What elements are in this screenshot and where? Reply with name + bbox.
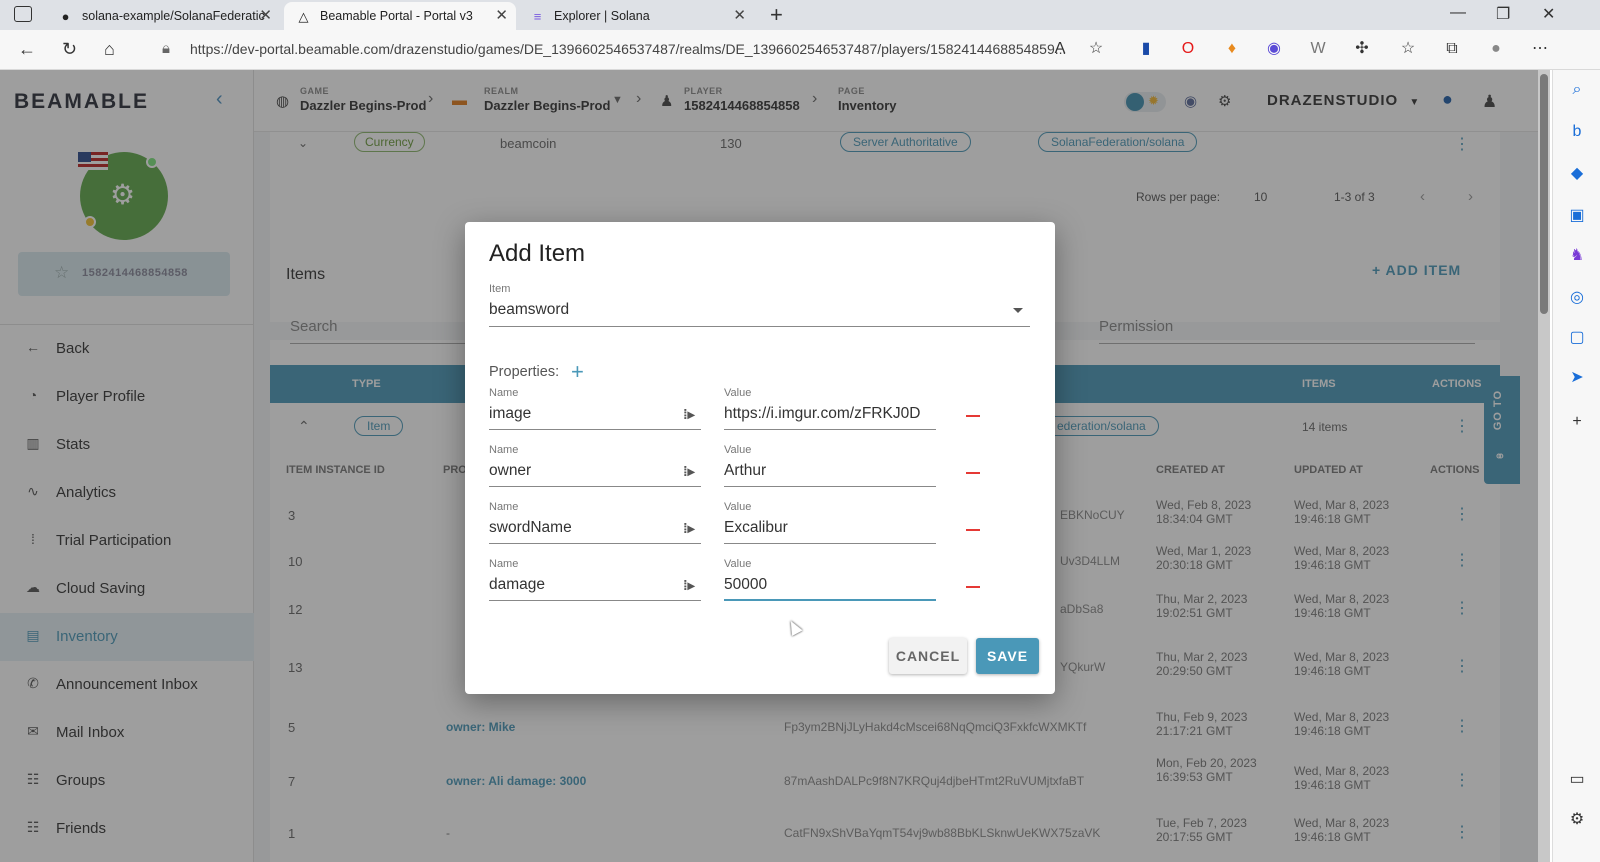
name-label: Name — [489, 501, 519, 513]
tab-actions-icon[interactable] — [14, 6, 32, 22]
properties-label: Properties: — [489, 364, 560, 380]
tab-title: solana-example/SolanaFederatic — [82, 9, 265, 23]
name-underline — [489, 543, 701, 544]
maximize-icon[interactable]: ❐ — [1496, 4, 1510, 24]
window-close-icon[interactable]: ✕ — [1542, 4, 1555, 24]
name-underline — [489, 486, 701, 487]
extension-icon[interactable]: ▮ — [1136, 39, 1156, 59]
outlook-icon[interactable]: ▢ — [1567, 328, 1587, 348]
property-name-input[interactable]: owner — [489, 462, 679, 480]
edge-sidebar: ⌕ b ◆ ▣ ♞ ◎ ▢ ➤ + ▭ ⚙ — [1552, 70, 1600, 862]
property-name-input[interactable]: damage — [489, 576, 679, 594]
value-underline — [724, 599, 936, 601]
extensions-puzzle-icon[interactable]: ✣ — [1352, 39, 1372, 59]
sidebar-toggle-icon[interactable]: ▭ — [1567, 770, 1587, 790]
item-select-underline — [489, 326, 1030, 327]
settings-icon[interactable]: ⚙ — [1567, 810, 1587, 830]
github-icon: ● — [61, 9, 70, 24]
games-icon[interactable]: ♞ — [1567, 246, 1587, 266]
shopping-icon[interactable]: ◆ — [1567, 164, 1587, 184]
magic-icon[interactable]: ⁞▸ — [683, 406, 695, 423]
remove-property-icon[interactable] — [966, 586, 980, 588]
name-underline — [489, 429, 701, 430]
property-value-input[interactable]: 50000 — [724, 576, 936, 594]
tab-title: Beamable Portal - Portal v3 — [320, 9, 473, 23]
value-label: Value — [724, 501, 752, 513]
lock-icon: 🔒︎ — [162, 40, 170, 57]
close-icon[interactable]: ✕ — [259, 2, 272, 30]
tab-title: Explorer | Solana — [554, 9, 650, 23]
value-underline — [724, 486, 936, 487]
add-icon[interactable]: + — [1567, 412, 1587, 432]
search-icon[interactable]: ⌕ — [1567, 80, 1587, 100]
page-scrollbar[interactable] — [1538, 70, 1550, 862]
value-label: Value — [724, 387, 752, 399]
browser-tab-beamable[interactable]: △ Beamable Portal - Portal v3 ✕ — [284, 2, 516, 30]
property-name-input[interactable]: swordName — [489, 519, 679, 537]
property-value-input[interactable]: Excalibur — [724, 519, 936, 537]
extension-icon[interactable]: ◉ — [1264, 39, 1284, 59]
value-label: Value — [724, 558, 752, 570]
opera-icon[interactable]: O — [1178, 39, 1198, 59]
name-label: Name — [489, 444, 519, 456]
minimize-icon[interactable]: — — [1450, 4, 1466, 22]
home-icon[interactable]: ⌂ — [104, 39, 115, 60]
value-underline — [724, 429, 936, 430]
tools-icon[interactable]: ▣ — [1567, 206, 1587, 226]
url-field[interactable]: https://dev-portal.beamable.com/drazenst… — [190, 41, 1066, 57]
beamable-icon: △ — [298, 9, 309, 24]
save-button[interactable]: SAVE — [976, 638, 1039, 674]
magic-icon[interactable]: ⁞▸ — [683, 463, 695, 480]
read-aloud-icon[interactable]: A — [1050, 39, 1070, 59]
close-icon[interactable]: ✕ — [733, 2, 746, 30]
collections-icon[interactable]: ⧉ — [1442, 39, 1462, 59]
property-value-input[interactable]: https://i.imgur.com/zFRKJ0D — [724, 405, 936, 423]
metamask-icon[interactable]: ♦ — [1222, 39, 1242, 59]
value-label: Value — [724, 444, 752, 456]
office-icon[interactable]: ◎ — [1567, 288, 1587, 308]
browser-tab-bar: ● solana-example/SolanaFederatic ✕ △ Bea… — [0, 0, 1600, 30]
add-property-icon[interactable]: + — [571, 359, 584, 385]
remove-property-icon[interactable] — [966, 415, 980, 417]
extension-icon[interactable]: W — [1308, 39, 1328, 59]
cancel-button[interactable]: CANCEL — [889, 638, 967, 674]
close-icon[interactable]: ✕ — [495, 2, 508, 30]
value-underline — [724, 543, 936, 544]
favorites-icon[interactable]: ☆ — [1398, 39, 1418, 59]
property-value-input[interactable]: Arthur — [724, 462, 936, 480]
browser-tab-solana[interactable]: ≡ Explorer | Solana ✕ — [518, 2, 754, 30]
new-tab-icon[interactable]: + — [770, 2, 783, 28]
bing-icon[interactable]: b — [1567, 122, 1587, 142]
property-name-input[interactable]: image — [489, 405, 679, 423]
remove-property-icon[interactable] — [966, 472, 980, 474]
item-select[interactable]: beamsword — [489, 301, 569, 319]
name-label: Name — [489, 558, 519, 570]
browser-tab-github[interactable]: ● solana-example/SolanaFederatic ✕ — [46, 2, 280, 30]
address-bar: ← ↻ ⌂ 🔒︎ https://dev-portal.beamable.com… — [0, 30, 1600, 70]
name-label: Name — [489, 387, 519, 399]
send-icon[interactable]: ➤ — [1567, 368, 1587, 388]
add-item-dialog: Add Item Item beamsword Properties: + Na… — [465, 222, 1055, 694]
magic-icon[interactable]: ⁞▸ — [683, 520, 695, 537]
name-underline — [489, 600, 701, 601]
magic-icon[interactable]: ⁞▸ — [683, 577, 695, 594]
remove-property-icon[interactable] — [966, 529, 980, 531]
refresh-icon[interactable]: ↻ — [62, 39, 77, 60]
scrollbar-thumb[interactable] — [1540, 74, 1548, 314]
profile-icon[interactable]: ● — [1486, 39, 1506, 59]
dialog-title: Add Item — [489, 240, 586, 267]
favorite-add-icon[interactable]: ☆ — [1086, 39, 1106, 59]
more-icon[interactable]: ⋯ — [1530, 39, 1550, 59]
item-select-label: Item — [489, 283, 511, 295]
solana-icon: ≡ — [533, 9, 542, 24]
back-arrow-icon[interactable]: ← — [18, 39, 36, 60]
chevron-down-icon[interactable] — [1013, 308, 1023, 313]
